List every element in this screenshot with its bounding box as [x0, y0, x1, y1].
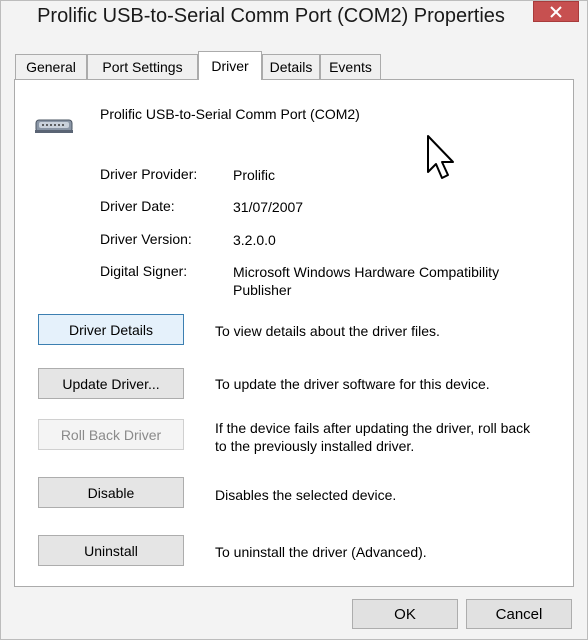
tab-general[interactable]: General	[15, 54, 87, 79]
driver-provider-value: Prolific	[233, 167, 276, 183]
close-button[interactable]	[533, 1, 579, 22]
driver-tab-panel: Prolific USB-to-Serial Comm Port (COM2) …	[14, 79, 574, 587]
close-icon	[550, 5, 562, 18]
window-title: Prolific USB-to-Serial Comm Port (COM2) …	[37, 5, 505, 27]
disable-description: Disables the selected device.	[215, 487, 397, 503]
mouse-pointer-icon	[427, 135, 454, 179]
tab-driver[interactable]: Driver	[198, 51, 262, 80]
uninstall-button[interactable]: Uninstall	[38, 535, 184, 566]
tab-events[interactable]: Events	[320, 54, 381, 79]
driver-details-button[interactable]: Driver Details	[38, 314, 184, 345]
driver-date-label: Driver Date:	[100, 198, 175, 214]
driver-version-label: Driver Version:	[100, 231, 192, 247]
driver-date-value: 31/07/2007	[233, 199, 304, 215]
uninstall-description: To uninstall the driver (Advanced).	[215, 544, 427, 560]
driver-provider-label: Driver Provider:	[100, 166, 198, 182]
properties-dialog: Prolific USB-to-Serial Comm Port (COM2) …	[0, 0, 588, 640]
roll-back-driver-button[interactable]: Roll Back Driver	[38, 419, 184, 450]
serial-port-icon	[35, 119, 73, 133]
title-bar[interactable]: Prolific USB-to-Serial Comm Port (COM2) …	[1, 1, 587, 35]
ok-button[interactable]: OK	[352, 599, 458, 629]
driver-details-description: To view details about the driver files.	[215, 323, 440, 339]
update-driver-button[interactable]: Update Driver...	[38, 368, 184, 399]
cancel-button[interactable]: Cancel	[466, 599, 572, 629]
driver-version-value: 3.2.0.0	[233, 232, 276, 248]
tab-port-settings[interactable]: Port Settings	[87, 54, 198, 79]
update-driver-description: To update the driver software for this d…	[215, 376, 490, 392]
roll-back-driver-description: If the device fails after updating the d…	[215, 420, 531, 454]
device-name: Prolific USB-to-Serial Comm Port (COM2)	[100, 106, 360, 122]
digital-signer-value: Microsoft Windows Hardware Compatibility…	[233, 264, 500, 298]
disable-button[interactable]: Disable	[38, 477, 184, 508]
tab-details[interactable]: Details	[262, 54, 320, 79]
digital-signer-label: Digital Signer:	[100, 263, 188, 279]
